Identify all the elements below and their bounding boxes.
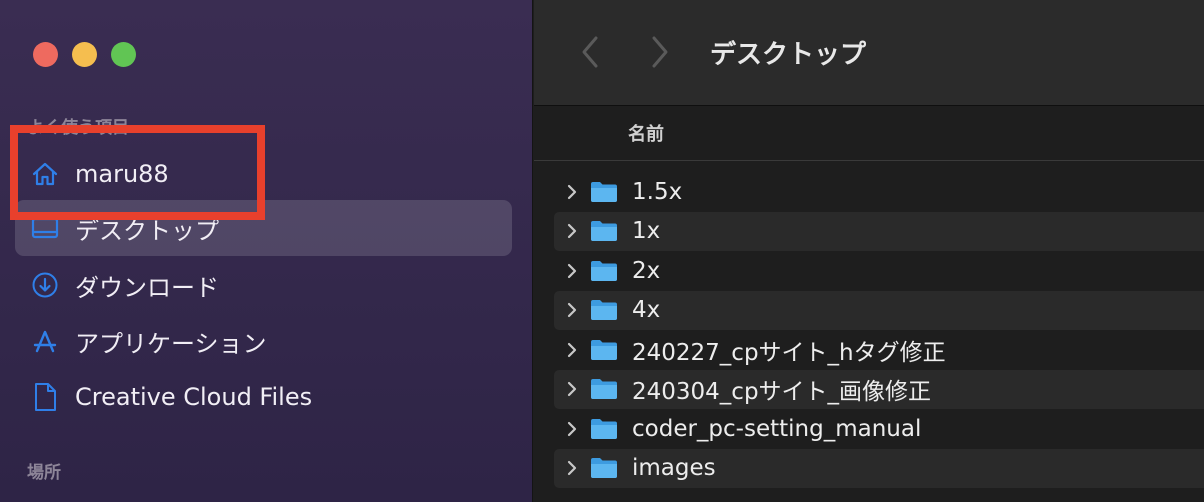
file-name: 1x <box>632 218 661 245</box>
disclosure-chevron-icon[interactable] <box>554 184 590 200</box>
file-name: 2x <box>632 257 661 284</box>
disclosure-chevron-icon[interactable] <box>554 302 590 318</box>
folder-icon <box>590 299 618 321</box>
file-row[interactable]: 240227_cpサイト_hタグ修正 <box>554 330 1204 370</box>
sidebar-item-applications[interactable]: アプリケーション <box>15 313 512 369</box>
folder-icon <box>590 378 618 400</box>
zoom-window-button[interactable] <box>111 42 136 67</box>
file-name: 4x <box>632 297 661 324</box>
annotation-highlight-box <box>10 125 265 220</box>
file-name: 1.5x <box>632 178 683 205</box>
column-header-name[interactable]: 名前 <box>628 120 664 146</box>
file-name: 240304_cpサイト_画像修正 <box>632 379 932 406</box>
sidebar-item-label: Creative Cloud Files <box>75 383 313 411</box>
sidebar: よく使う項目 maru88 デスクトップ ダウンロード アプリケーション Cre… <box>0 0 533 502</box>
window-controls <box>33 42 136 67</box>
sidebar-item-label: アプリケーション <box>75 329 267 358</box>
column-header: 名前 <box>534 106 1204 161</box>
places-section-label: 場所 <box>27 463 61 483</box>
disclosure-chevron-icon[interactable] <box>554 381 590 397</box>
file-name: coder_pc-setting_manual <box>632 415 922 442</box>
disclosure-chevron-icon[interactable] <box>554 263 590 279</box>
disclosure-chevron-icon[interactable] <box>554 223 590 239</box>
close-window-button[interactable] <box>33 42 58 67</box>
file-list: 1.5x 1x 2x 4x 240227_cpサイト_hタグ修正 240304_… <box>554 172 1204 488</box>
file-browser: デスクトップ 名前 1.5x 1x 2x 4x 240227_cpサイト_hタグ… <box>534 0 1204 502</box>
document-icon <box>30 382 60 412</box>
disclosure-chevron-icon[interactable] <box>554 421 590 437</box>
window-title: デスクトップ <box>710 40 867 70</box>
sidebar-item-label: ダウンロード <box>75 273 219 302</box>
file-row[interactable]: images <box>554 448 1204 488</box>
folder-icon <box>590 457 618 479</box>
file-name: images <box>632 455 716 482</box>
folder-icon <box>590 220 618 242</box>
folder-icon <box>590 260 618 282</box>
file-row[interactable]: 1x <box>554 211 1204 251</box>
folder-icon <box>590 181 618 203</box>
minimize-window-button[interactable] <box>72 42 97 67</box>
chevron-left-icon <box>582 36 598 68</box>
toolbar: デスクトップ <box>534 0 1204 106</box>
back-button[interactable] <box>572 34 608 70</box>
file-name: 240227_cpサイト_hタグ修正 <box>632 339 946 366</box>
sidebar-item-creative-cloud-files[interactable]: Creative Cloud Files <box>15 369 512 425</box>
download-icon <box>30 270 60 300</box>
folder-icon <box>590 339 618 361</box>
forward-button[interactable] <box>642 34 678 70</box>
disclosure-chevron-icon[interactable] <box>554 460 590 476</box>
sidebar-item-downloads[interactable]: ダウンロード <box>15 257 512 313</box>
file-row[interactable]: 2x <box>554 251 1204 291</box>
file-row[interactable]: 240304_cpサイト_画像修正 <box>554 369 1204 409</box>
file-row[interactable]: coder_pc-setting_manual <box>554 409 1204 449</box>
folder-icon <box>590 418 618 440</box>
file-row[interactable]: 4x <box>554 290 1204 330</box>
disclosure-chevron-icon[interactable] <box>554 342 590 358</box>
applications-icon <box>30 326 60 356</box>
chevron-right-icon <box>652 36 668 68</box>
file-row[interactable]: 1.5x <box>554 172 1204 212</box>
